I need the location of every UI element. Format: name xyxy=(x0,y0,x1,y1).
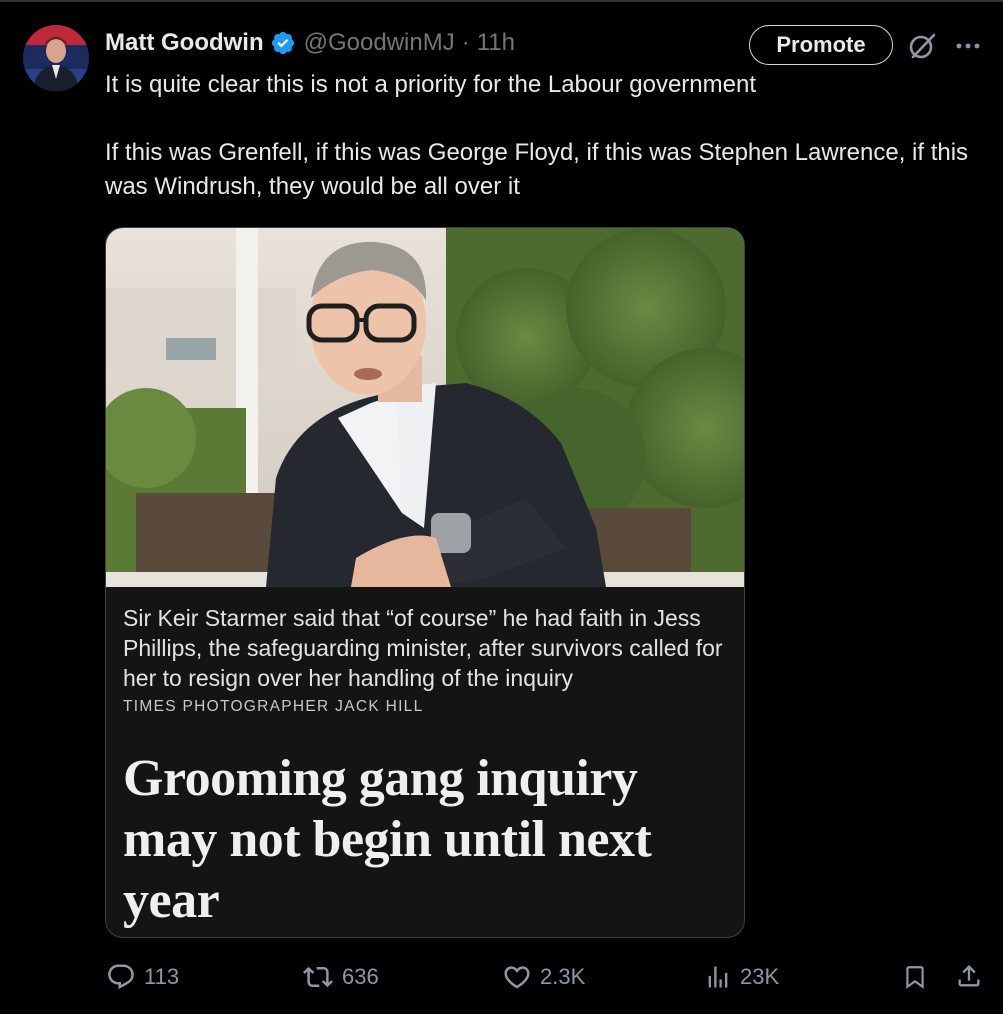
tweet-paragraph: If this was Grenfell, if this was George… xyxy=(105,139,969,200)
views-count: 23K xyxy=(740,964,780,989)
media-card[interactable]: Sir Keir Starmer said that “of course” h… xyxy=(105,227,745,938)
share-button[interactable] xyxy=(955,961,983,991)
repost-button[interactable]: 636 xyxy=(302,960,379,994)
like-button[interactable]: 2.3K xyxy=(502,960,585,994)
article-headline: Grooming gang inquiry may not begin unti… xyxy=(123,750,652,929)
tweet-paragraph: It is quite clear this is not a priority… xyxy=(105,71,756,98)
author-name[interactable]: Matt Goodwin xyxy=(105,29,264,57)
views-button[interactable]: 23K xyxy=(704,960,779,994)
share-icon xyxy=(958,965,980,987)
views-icon xyxy=(708,966,728,988)
author-handle[interactable]: @GoodwinMJ xyxy=(304,29,455,57)
photo-credit: TIMES PHOTOGRAPHER JACK HILL xyxy=(123,698,424,715)
reply-count: 113 xyxy=(144,964,180,989)
like-count: 2.3K xyxy=(540,964,586,989)
avatar-image xyxy=(23,25,89,91)
bookmark-button[interactable] xyxy=(902,962,928,992)
bookmark-icon xyxy=(906,966,924,989)
tweet-timestamp[interactable]: 11h xyxy=(477,29,515,57)
media-caption: Sir Keir Starmer said that “of course” h… xyxy=(123,605,723,691)
header-separator: · xyxy=(461,29,470,56)
heart-icon xyxy=(504,966,530,989)
article-photo[interactable] xyxy=(106,228,745,587)
more-icon[interactable] xyxy=(953,32,983,60)
tweet-text: It is quite clear this is not a priority… xyxy=(105,68,985,204)
promote-button[interactable]: Promote xyxy=(749,25,893,65)
reply-button[interactable]: 113 xyxy=(106,960,179,994)
verified-badge-icon[interactable] xyxy=(270,30,296,56)
repost-count: 636 xyxy=(342,964,379,989)
top-divider xyxy=(0,0,1003,2)
reply-icon xyxy=(108,964,134,990)
tweet-header: Matt Goodwin @GoodwinMJ · 11h xyxy=(105,26,515,60)
avatar[interactable] xyxy=(23,25,89,91)
repost-icon xyxy=(303,966,333,988)
grok-icon[interactable] xyxy=(906,29,940,63)
